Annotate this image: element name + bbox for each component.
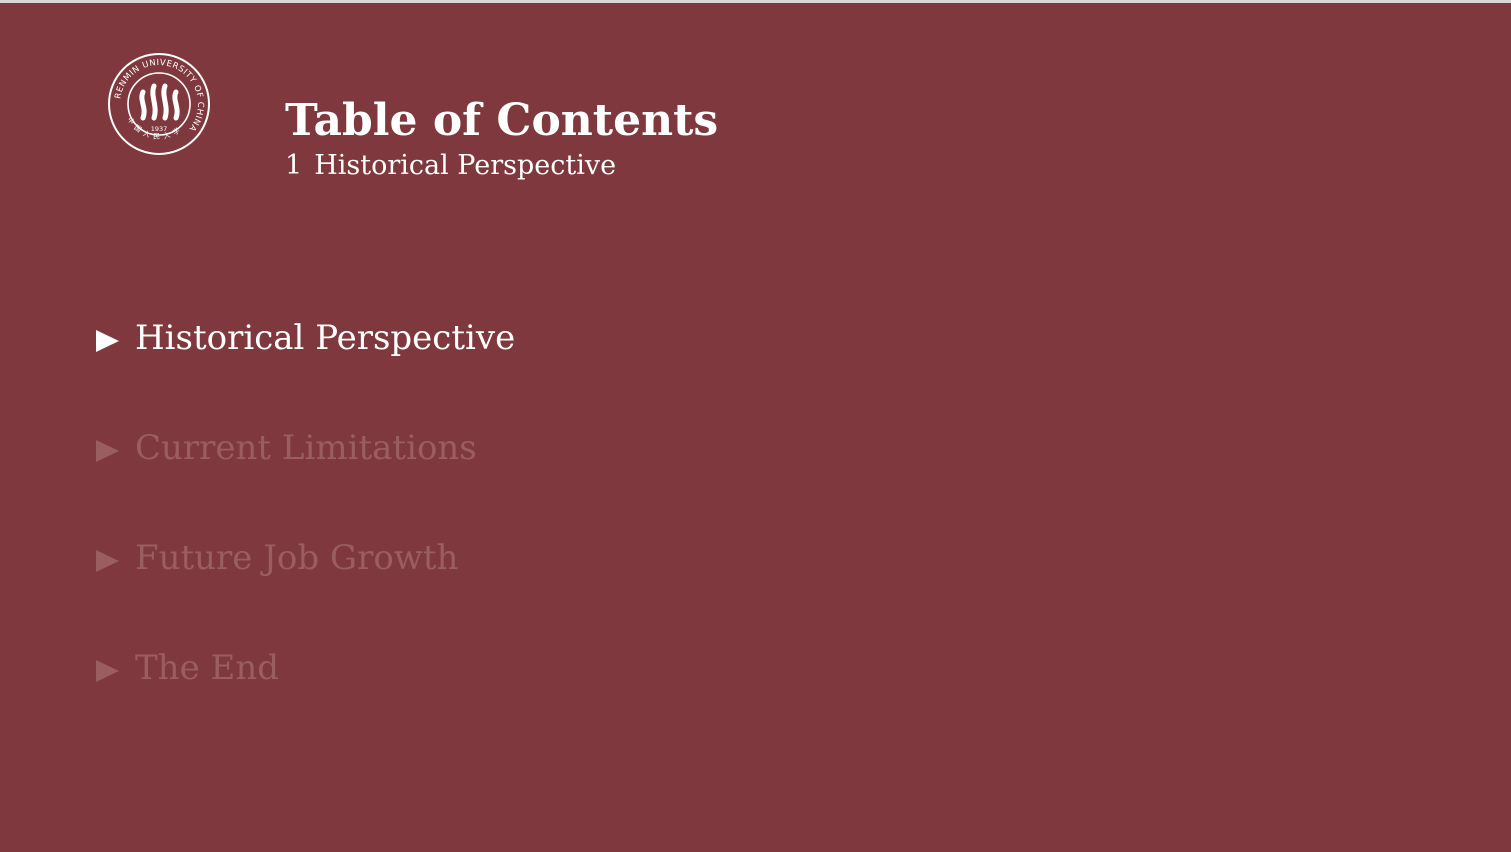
section-number: 1 <box>285 150 303 181</box>
triangle-bullet-icon <box>96 550 119 572</box>
triangle-bullet-icon <box>96 330 119 352</box>
toc-item-label: Historical Perspective <box>135 318 516 358</box>
toc-item-label: The End <box>135 648 279 688</box>
triangle-bullet-icon <box>96 660 119 682</box>
logo-year: 1937 <box>151 125 168 133</box>
frame-title: Table of Contents <box>285 95 719 146</box>
toc-item-label: Current Limitations <box>135 428 477 468</box>
toc-item-current-limitations[interactable]: Current Limitations <box>96 423 515 473</box>
toc-item-the-end[interactable]: The End <box>96 643 515 693</box>
table-of-contents: Historical Perspective Current Limitatio… <box>96 313 515 753</box>
frame-subtitle: 1 Historical Perspective <box>285 150 616 182</box>
toc-item-historical-perspective[interactable]: Historical Perspective <box>96 313 515 363</box>
triangle-bullet-icon <box>96 440 119 462</box>
toc-item-label: Future Job Growth <box>135 538 459 578</box>
university-seal-icon: RENMIN UNIVERSITY OF CHINA 中国人民大学 1937 <box>108 53 210 155</box>
university-logo: RENMIN UNIVERSITY OF CHINA 中国人民大学 1937 <box>107 52 211 156</box>
logo-ring-text: RENMIN UNIVERSITY OF CHINA <box>112 57 205 134</box>
toc-item-future-job-growth[interactable]: Future Job Growth <box>96 533 515 583</box>
svg-text:RENMIN UNIVERSITY OF CHINA: RENMIN UNIVERSITY OF CHINA <box>112 57 206 134</box>
section-title: Historical Perspective <box>314 150 617 181</box>
slide: RENMIN UNIVERSITY OF CHINA 中国人民大学 1937 T… <box>0 3 1511 852</box>
